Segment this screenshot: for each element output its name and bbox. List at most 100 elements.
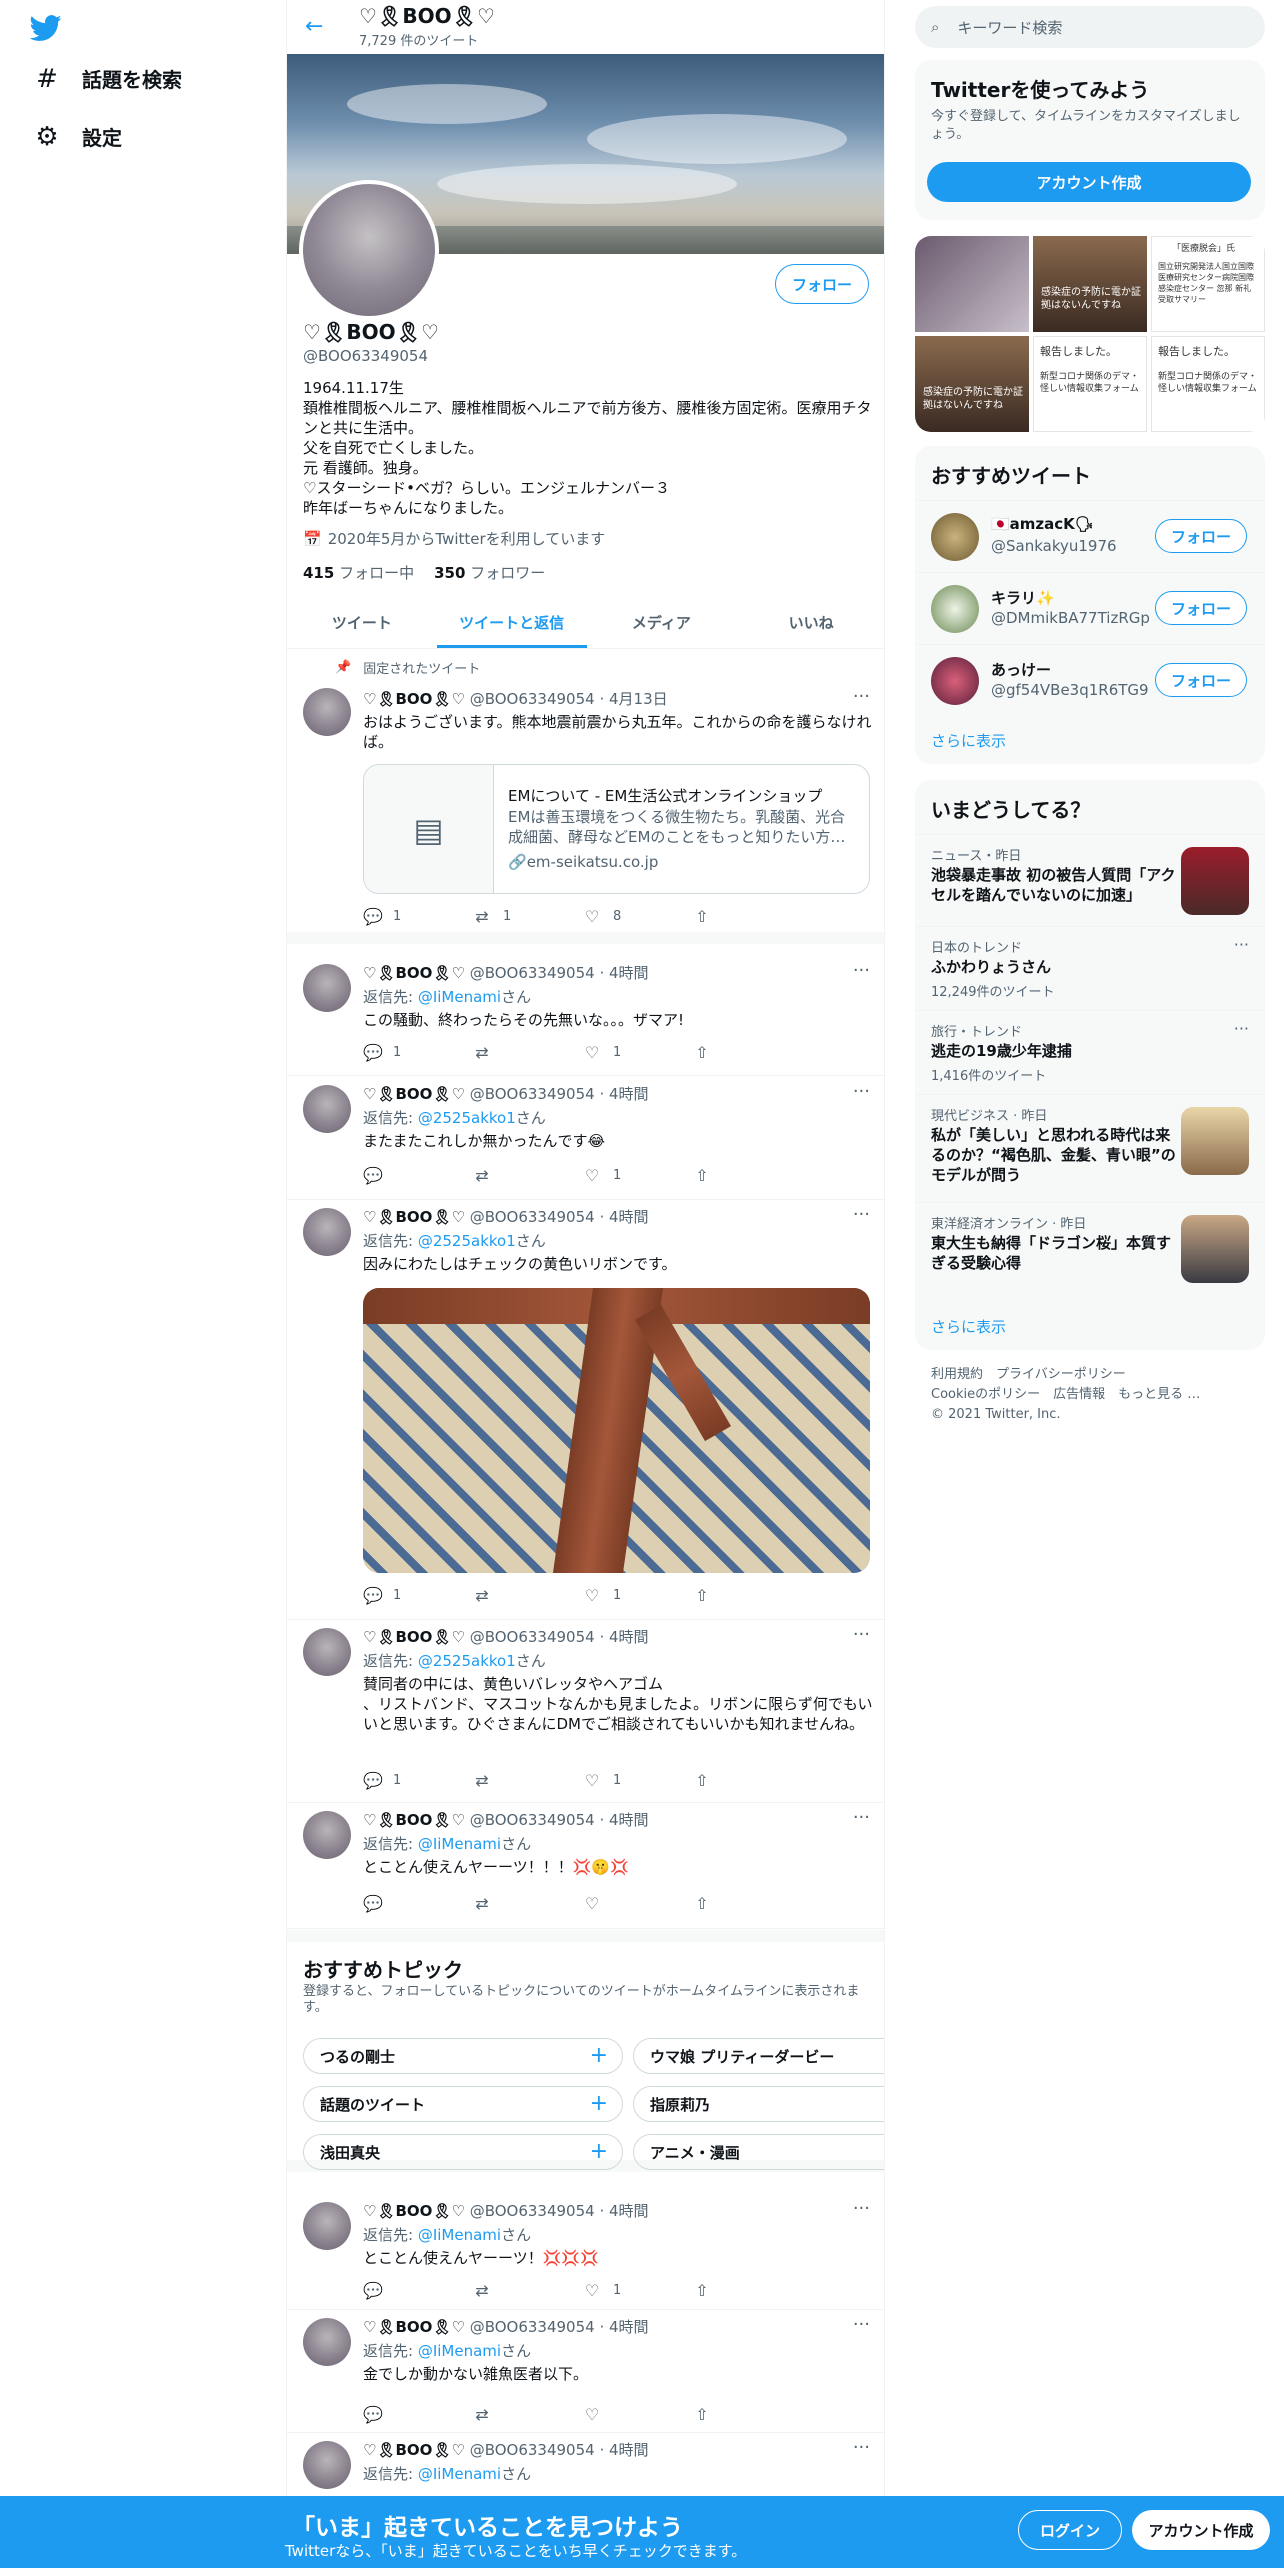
like-button[interactable]: ♡ 1 xyxy=(583,1585,693,1605)
share-button[interactable]: ⇧ xyxy=(693,1165,803,1185)
reply-button[interactable]: 💬 xyxy=(363,1165,473,1185)
tweet-photo[interactable] xyxy=(363,1288,870,1573)
trend-item[interactable]: ニュース・昨日 池袋暴走事故 初の被告人質問「アクセルを踏んでいないのに加速」 xyxy=(915,834,1265,926)
reply-button[interactable]: 💬 1 xyxy=(363,1585,473,1605)
more-icon[interactable]: ··· xyxy=(853,2314,870,2335)
share-button[interactable]: ⇧ xyxy=(693,1770,803,1790)
like-button[interactable]: ♡ 1 xyxy=(583,1165,693,1185)
tweet-avatar[interactable] xyxy=(303,2318,351,2366)
media-thumb[interactable]: 「医療脱会」氏 国立研究開発法人国立国際医療研究センター病院国際感染症センター … xyxy=(1151,236,1265,332)
trend-item[interactable]: 日本のトレンド ふかわりょうさん 12,249件のツイート ··· xyxy=(915,926,1265,1010)
media-thumb[interactable] xyxy=(915,236,1029,332)
reply-to-link[interactable]: @2525akko1 xyxy=(418,1232,516,1250)
retweet-button[interactable]: ⇄ xyxy=(473,2280,583,2300)
back-arrow-icon[interactable]: ← xyxy=(305,14,323,39)
login-button[interactable]: ログイン xyxy=(1018,2510,1122,2550)
more-icon[interactable]: ··· xyxy=(853,2437,870,2458)
topic-chip[interactable]: 浅田真央 + xyxy=(303,2134,623,2170)
tweet-avatar[interactable] xyxy=(303,688,351,736)
more-icon[interactable]: ··· xyxy=(853,1204,870,1225)
tweet[interactable]: ♡🎗BOO🎗♡ @BOO63349054 · 4時間 ··· 返信先: @IiM… xyxy=(287,956,884,1076)
share-button[interactable]: ⇧ xyxy=(693,1893,803,1913)
reply-button[interactable]: 💬 1 xyxy=(363,906,473,926)
tweet[interactable]: ♡🎗BOO🎗♡ @BOO63349054 · 4時間 ··· 返信先: @IiM… xyxy=(287,1803,884,1929)
tweet-avatar[interactable] xyxy=(303,1628,351,1676)
topic-chip[interactable]: 指原莉乃 xyxy=(633,2086,884,2122)
followers-link[interactable]: 350 フォロワー xyxy=(434,562,545,583)
avatar[interactable] xyxy=(931,585,979,633)
tweet[interactable]: ♡🎗BOO🎗♡ @BOO63349054 · 4時間 ··· 返信先: @IiM… xyxy=(287,2433,884,2500)
retweet-button[interactable]: ⇄ xyxy=(473,1585,583,1605)
like-button[interactable]: ♡ xyxy=(583,1893,693,1913)
reply-to-link[interactable]: @2525akko1 xyxy=(418,1109,516,1127)
link-card[interactable]: ▤ EMについて - EM生活公式オンラインショップ EMは善玉環境をつくる微生… xyxy=(363,764,870,894)
more-icon[interactable]: ··· xyxy=(853,960,870,981)
tweet[interactable]: ♡🎗BOO🎗♡ @BOO63349054 · 4時間 ··· 返信先: @252… xyxy=(287,1620,884,1803)
reply-button[interactable]: 💬 1 xyxy=(363,1770,473,1790)
reply-to-link[interactable]: @2525akko1 xyxy=(418,1652,516,1670)
tweet[interactable]: ♡🎗BOO🎗♡ @BOO63349054 · 4時間 ··· 返信先: @IiM… xyxy=(287,2310,884,2433)
share-button[interactable]: ⇧ xyxy=(693,2404,803,2424)
topic-chip[interactable]: 話題のツイート + xyxy=(303,2086,623,2122)
tweet-author[interactable]: ♡🎗BOO🎗♡ xyxy=(363,1811,465,1829)
tweet-avatar[interactable] xyxy=(303,1208,351,1256)
retweet-button[interactable]: ⇄ xyxy=(473,1893,583,1913)
tweet-avatar[interactable] xyxy=(303,1085,351,1133)
topic-chip[interactable]: ウマ娘 プリティーダービー xyxy=(633,2038,884,2074)
more-icon[interactable]: ··· xyxy=(1234,935,1249,954)
topic-chip[interactable]: つるの剛士 + xyxy=(303,2038,623,2074)
retweet-button[interactable]: ⇄ 1 xyxy=(473,906,583,926)
show-more-link[interactable]: さらに表示 xyxy=(931,1316,1006,1337)
tweet-author[interactable]: ♡🎗BOO🎗♡ xyxy=(363,1208,465,1226)
avatar[interactable] xyxy=(931,657,979,705)
tweet[interactable]: ♡🎗BOO🎗♡ @BOO63349054 · 4時間 ··· 返信先: @252… xyxy=(287,1077,884,1200)
avatar[interactable] xyxy=(931,513,979,561)
tweet-avatar[interactable] xyxy=(303,964,351,1012)
tweet-author[interactable]: ♡🎗BOO🎗♡ xyxy=(363,2318,465,2336)
share-button[interactable]: ⇧ xyxy=(693,1042,803,1062)
more-icon[interactable]: ··· xyxy=(853,1624,870,1645)
tab-tweets-and-replies[interactable]: ツイートと返信 xyxy=(436,596,587,648)
search-placeholder[interactable]: キーワード検索 xyxy=(957,17,1062,38)
tweet-author[interactable]: ♡🎗BOO🎗♡ xyxy=(363,964,465,982)
plus-icon[interactable]: + xyxy=(590,2139,608,2164)
follow-button[interactable]: フォロー xyxy=(1155,663,1247,697)
reply-to-link[interactable]: @IiMenami xyxy=(418,988,501,1006)
follow-button[interactable]: フォロー xyxy=(1155,519,1247,553)
tab-likes[interactable]: いいね xyxy=(736,596,884,648)
like-button[interactable]: ♡ xyxy=(583,2404,693,2424)
like-button[interactable]: ♡ 1 xyxy=(583,2280,693,2300)
suggested-user[interactable]: あっけー @gf54VBe3q1R6TG9 フォロー xyxy=(915,644,1265,716)
nav-explore[interactable]: # 話題を検索 xyxy=(34,64,182,94)
show-more-link[interactable]: さらに表示 xyxy=(931,730,1006,751)
follow-button[interactable]: フォロー xyxy=(775,264,869,304)
more-icon[interactable]: ··· xyxy=(853,686,870,707)
suggested-user[interactable]: キラリ✨ @DMmikBA77TizRGp フォロー xyxy=(915,572,1265,644)
like-button[interactable]: ♡ 1 xyxy=(583,1770,693,1790)
tweet-avatar[interactable] xyxy=(303,2202,351,2250)
tweet-author[interactable]: ♡🎗BOO🎗♡ xyxy=(363,2441,465,2459)
reply-to-link[interactable]: @IiMenami xyxy=(418,1835,501,1853)
retweet-button[interactable]: ⇄ xyxy=(473,1770,583,1790)
plus-icon[interactable]: + xyxy=(590,2091,608,2116)
retweet-button[interactable]: ⇄ xyxy=(473,1165,583,1185)
media-thumb[interactable]: 報告しました。 新型コロナ関係のデマ・怪しい情報収集フォーム xyxy=(1033,336,1147,432)
media-thumb[interactable]: 報告しました。 新型コロナ関係のデマ・怪しい情報収集フォーム xyxy=(1151,336,1265,432)
share-button[interactable]: ⇧ xyxy=(693,1585,803,1605)
like-button[interactable]: ♡ 1 xyxy=(583,1042,693,1062)
reply-button[interactable]: 💬 xyxy=(363,2404,473,2424)
tweet-avatar[interactable] xyxy=(303,1811,351,1859)
footer-line[interactable]: 利用規約 プライバシーポリシー xyxy=(931,1365,1261,1385)
tweet-author[interactable]: ♡🎗BOO🎗♡ xyxy=(363,690,465,708)
reply-to-link[interactable]: @IiMenami xyxy=(418,2465,501,2483)
media-thumb[interactable]: 感染症の予防に電か証拠はないんですね xyxy=(915,336,1029,432)
topic-chip[interactable]: アニメ・漫画 xyxy=(633,2134,884,2170)
create-account-button[interactable]: アカウント作成 xyxy=(927,162,1251,202)
search-bar[interactable]: ⌕ キーワード検索 xyxy=(915,6,1265,48)
tweet-author[interactable]: ♡🎗BOO🎗♡ xyxy=(363,2202,465,2220)
tweet[interactable]: ♡🎗BOO🎗♡ @BOO63349054 · 4時間 ··· 返信先: @252… xyxy=(287,1200,884,1620)
profile-avatar[interactable] xyxy=(299,180,439,320)
nav-settings[interactable]: ⚙ 設定 xyxy=(34,122,122,152)
media-thumb[interactable]: 感染症の予防に電か証拠はないんですね xyxy=(1033,236,1147,332)
reply-button[interactable]: 💬 1 xyxy=(363,1042,473,1062)
